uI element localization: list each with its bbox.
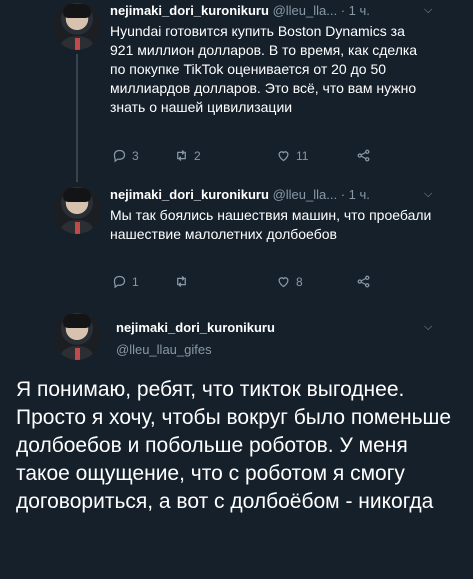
author-name[interactable]: nejimaki_dori_kuronikuru (110, 3, 269, 18)
like-button[interactable]: 8 (276, 274, 303, 289)
retweet-icon (177, 150, 186, 161)
avatar[interactable] (53, 2, 101, 50)
author-name[interactable]: nejimaki_dori_kuronikuru (116, 320, 275, 335)
share-button[interactable] (356, 148, 371, 163)
heart-icon (278, 151, 289, 162)
author-handle[interactable]: @lleu_llau_gifes (116, 342, 212, 357)
reply-icon (113, 275, 126, 289)
heart-icon (278, 277, 289, 288)
share-icon (357, 275, 370, 288)
reply-button[interactable]: 1 (112, 274, 139, 289)
tweet-actions: 3 2 11 (112, 148, 382, 164)
chevron-down-icon[interactable]: ⌵ (424, 188, 432, 201)
avatar[interactable] (53, 186, 101, 234)
share-button[interactable] (356, 274, 371, 289)
tweet-2[interactable]: nejimaki_dori_kuronikuru @lleu_lla... · … (0, 180, 473, 300)
retweet-button[interactable] (174, 274, 194, 289)
tweet-header: nejimaki_dori_kuronikuru @lleu_lla... · … (110, 3, 370, 18)
avatar-tie (75, 38, 80, 50)
share-icon (357, 149, 370, 162)
retweet-count: 2 (194, 148, 201, 163)
chevron-down-icon[interactable]: ⌵ (424, 321, 432, 334)
like-count: 8 (296, 274, 303, 289)
retweet-icon (177, 276, 186, 287)
chevron-down-icon[interactable]: ⌵ (424, 4, 432, 17)
like-count: 11 (296, 148, 309, 163)
tweet-header: nejimaki_dori_kuronikuru @lleu_lla... · … (110, 187, 370, 202)
reply-count: 1 (132, 274, 139, 289)
author-handle[interactable]: @lleu_lla... (273, 187, 338, 202)
retweet-button[interactable]: 2 (174, 148, 201, 163)
reply-count: 3 (132, 148, 139, 163)
tweet-text: Мы так боялись нашествия машин, что прое… (110, 207, 432, 242)
avatar-tie (75, 348, 80, 360)
thread-line (76, 54, 78, 182)
author-handle[interactable]: @lleu_lla... (273, 3, 338, 18)
avatar[interactable] (53, 312, 101, 360)
reply-button[interactable]: 3 (112, 148, 139, 163)
tweet-text: Hyundai готовится купить Boston Dynamics… (110, 23, 418, 115)
tweet-time[interactable]: · 1 ч. (341, 187, 370, 202)
tweet-1[interactable]: nejimaki_dori_kuronikuru @lleu_lla... · … (0, 0, 473, 182)
reply-icon (113, 149, 126, 163)
tweet-actions: 1 8 (112, 274, 382, 290)
tweet-time[interactable]: · 1 ч. (341, 3, 370, 18)
main-tweet-text: Я понимаю, ребят, что тикток выгоднее. П… (16, 378, 452, 513)
author-name[interactable]: nejimaki_dori_kuronikuru (110, 187, 269, 202)
like-button[interactable]: 11 (276, 148, 308, 163)
avatar-tie (75, 222, 80, 234)
